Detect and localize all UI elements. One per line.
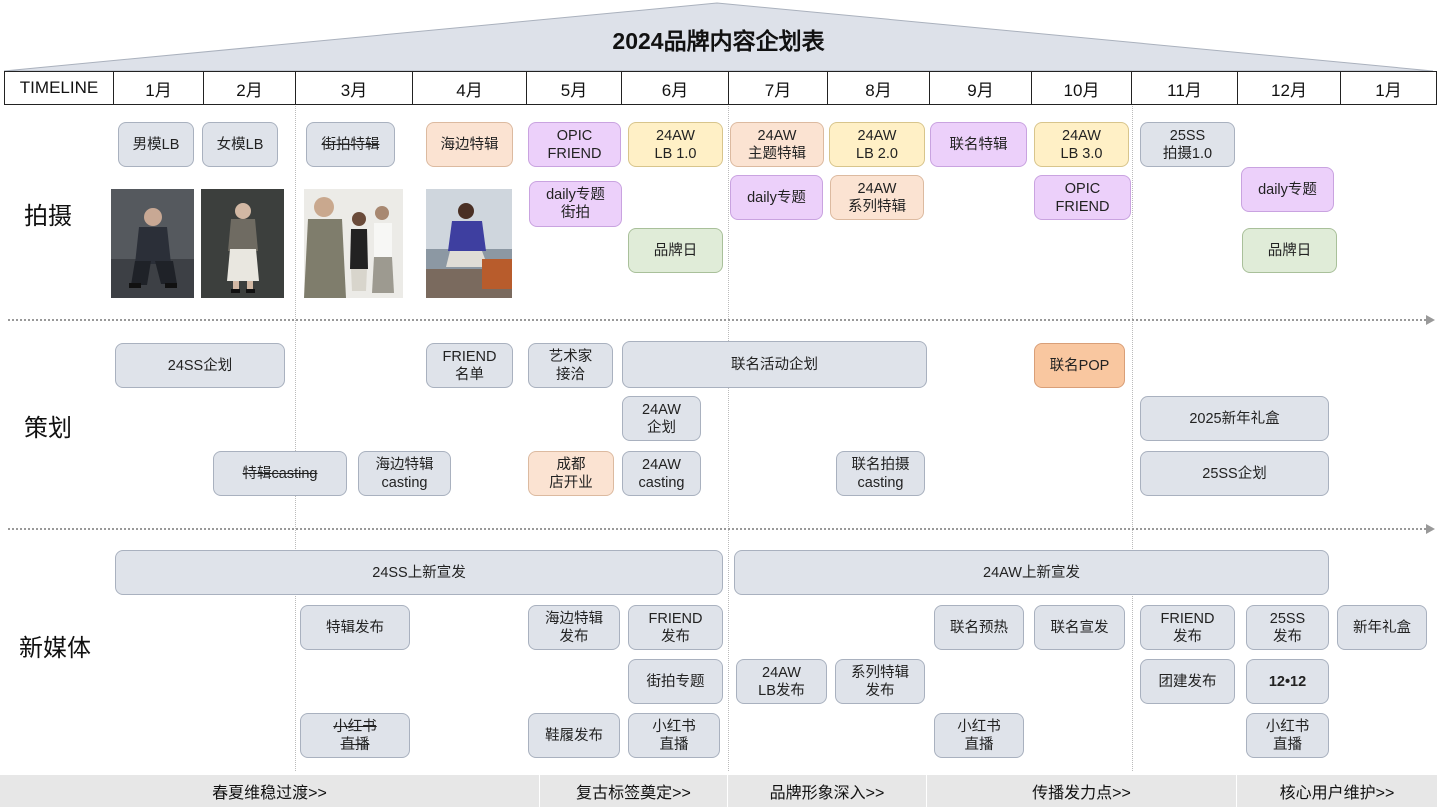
- shoot-male-lb[interactable]: 男模LB: [118, 122, 194, 167]
- media-24aw-launch[interactable]: 24AW上新宣发: [734, 550, 1329, 595]
- month-dec: 12月: [1238, 72, 1341, 104]
- section-separator: [8, 528, 1426, 530]
- month-jan: 1月: [114, 72, 204, 104]
- plan-2025-gift-box[interactable]: 2025新年礼盒: [1140, 396, 1329, 441]
- quarter-divider: [295, 106, 296, 771]
- media-25ss-release[interactable]: 25SS 发布: [1246, 605, 1329, 650]
- month-apr: 4月: [413, 72, 527, 104]
- plan-collab-casting[interactable]: 联名拍摄 casting: [836, 451, 925, 496]
- street-photo: [304, 189, 403, 298]
- shoot-opic-friend-may[interactable]: OPIC FRIEND: [528, 122, 621, 167]
- month-jun: 6月: [622, 72, 729, 104]
- shoot-street-special[interactable]: 街拍特辑: [306, 122, 395, 167]
- shoot-daily-street[interactable]: daily专题 街拍: [529, 181, 622, 227]
- media-24ss-launch[interactable]: 24SS上新宣发: [115, 550, 723, 595]
- media-collab-warmup[interactable]: 联名预热: [934, 605, 1024, 650]
- media-xhs-live-mar[interactable]: 小红书 直播: [300, 713, 410, 758]
- month-sep: 9月: [930, 72, 1032, 104]
- phase-1: 春夏维稳过渡>>: [0, 775, 540, 807]
- timeline-row: TIMELINE 1月 2月 3月 4月 5月 6月 7月 8月 9月 10月 …: [4, 71, 1437, 105]
- phase-2: 复古标签奠定>>: [540, 775, 728, 807]
- plan-24aw-casting[interactable]: 24AW casting: [622, 451, 701, 496]
- media-team-building-release[interactable]: 团建发布: [1140, 659, 1235, 704]
- media-new-year-gift[interactable]: 新年礼盒: [1337, 605, 1427, 650]
- media-series-release[interactable]: 系列特辑 发布: [835, 659, 925, 704]
- shoot-25ss[interactable]: 25SS 拍摄1.0: [1140, 122, 1235, 167]
- plan-24aw[interactable]: 24AW 企划: [622, 396, 701, 441]
- shoot-daily-dec[interactable]: daily专题: [1241, 167, 1334, 212]
- plan-chengdu-store[interactable]: 成都 店开业: [528, 451, 614, 496]
- beach-photo: [426, 189, 512, 298]
- plan-special-casting[interactable]: 特辑casting: [213, 451, 347, 496]
- month-nov: 11月: [1132, 72, 1238, 104]
- media-24aw-lb-release[interactable]: 24AW LB发布: [736, 659, 827, 704]
- section-separator: [8, 319, 1426, 321]
- plan-24ss[interactable]: 24SS企划: [115, 343, 285, 388]
- timeline-label: TIMELINE: [5, 72, 114, 104]
- plan-collab-pop[interactable]: 联名POP: [1034, 343, 1125, 388]
- media-beach-release[interactable]: 海边特辑 发布: [528, 605, 620, 650]
- shoot-24aw-lb3[interactable]: 24AW LB 3.0: [1034, 122, 1129, 167]
- section-label-plan: 策划: [24, 415, 72, 442]
- plan-friend-list[interactable]: FRIEND 名单: [426, 343, 513, 388]
- media-friend-release-jun[interactable]: FRIEND 发布: [628, 605, 723, 650]
- phase-4: 传播发力点>>: [927, 775, 1237, 807]
- section-label-shoot: 拍摄: [24, 203, 72, 230]
- month-may: 5月: [527, 72, 622, 104]
- phase-bar: 春夏维稳过渡>> 复古标签奠定>> 品牌形象深入>> 传播发力点>> 核心用户维…: [0, 775, 1437, 807]
- media-xhs-live-jun[interactable]: 小红书 直播: [628, 713, 720, 758]
- arrow-head-icon: [1426, 524, 1435, 534]
- media-special-release[interactable]: 特辑发布: [300, 605, 410, 650]
- page-title: 2024品牌内容企划表: [612, 28, 825, 54]
- phase-5: 核心用户维护>>: [1279, 785, 1395, 802]
- shoot-opic-friend-oct[interactable]: OPIC FRIEND: [1034, 175, 1131, 220]
- month-jan-next: 1月: [1375, 80, 1402, 100]
- media-collab-promo[interactable]: 联名宣发: [1034, 605, 1125, 650]
- male-model-photo: [111, 189, 194, 298]
- arrow-head-icon: [1426, 315, 1435, 325]
- month-jul: 7月: [729, 72, 828, 104]
- phase-3: 品牌形象深入>>: [728, 775, 927, 807]
- shoot-collab-special[interactable]: 联名特辑: [930, 122, 1027, 167]
- month-mar: 3月: [296, 72, 413, 104]
- plan-25ss[interactable]: 25SS企划: [1140, 451, 1329, 496]
- quarter-divider: [728, 106, 729, 771]
- media-street-topic[interactable]: 街拍专题: [628, 659, 723, 704]
- month-aug: 8月: [828, 72, 930, 104]
- section-label-media: 新媒体: [19, 635, 91, 662]
- plan-collab-activity[interactable]: 联名活动企划: [622, 341, 927, 388]
- media-friend-release-nov[interactable]: FRIEND 发布: [1140, 605, 1235, 650]
- shoot-24aw-lb1[interactable]: 24AW LB 1.0: [628, 122, 723, 167]
- shoot-beach-special[interactable]: 海边特辑: [426, 122, 513, 167]
- shoot-brand-day-jun[interactable]: 品牌日: [628, 228, 723, 273]
- media-xhs-live-sep[interactable]: 小红书 直播: [934, 713, 1024, 758]
- month-feb: 2月: [204, 72, 296, 104]
- quarter-divider: [1132, 106, 1133, 771]
- shoot-24aw-series[interactable]: 24AW 系列特辑: [830, 175, 924, 220]
- plan-artist-contact[interactable]: 艺术家 接洽: [528, 343, 613, 388]
- shoot-24aw-theme[interactable]: 24AW 主题特辑: [730, 122, 824, 167]
- shoot-brand-day-dec[interactable]: 品牌日: [1242, 228, 1337, 273]
- media-shoes-release[interactable]: 鞋履发布: [528, 713, 620, 758]
- shoot-daily-jul[interactable]: daily专题: [730, 175, 823, 220]
- shoot-24aw-lb2[interactable]: 24AW LB 2.0: [829, 122, 925, 167]
- month-oct: 10月: [1032, 72, 1132, 104]
- shoot-female-lb[interactable]: 女模LB: [202, 122, 278, 167]
- media-12-12[interactable]: 12•12: [1246, 659, 1329, 704]
- media-xhs-live-dec[interactable]: 小红书 直播: [1246, 713, 1329, 758]
- female-model-photo: [201, 189, 284, 298]
- plan-beach-casting[interactable]: 海边特辑 casting: [358, 451, 451, 496]
